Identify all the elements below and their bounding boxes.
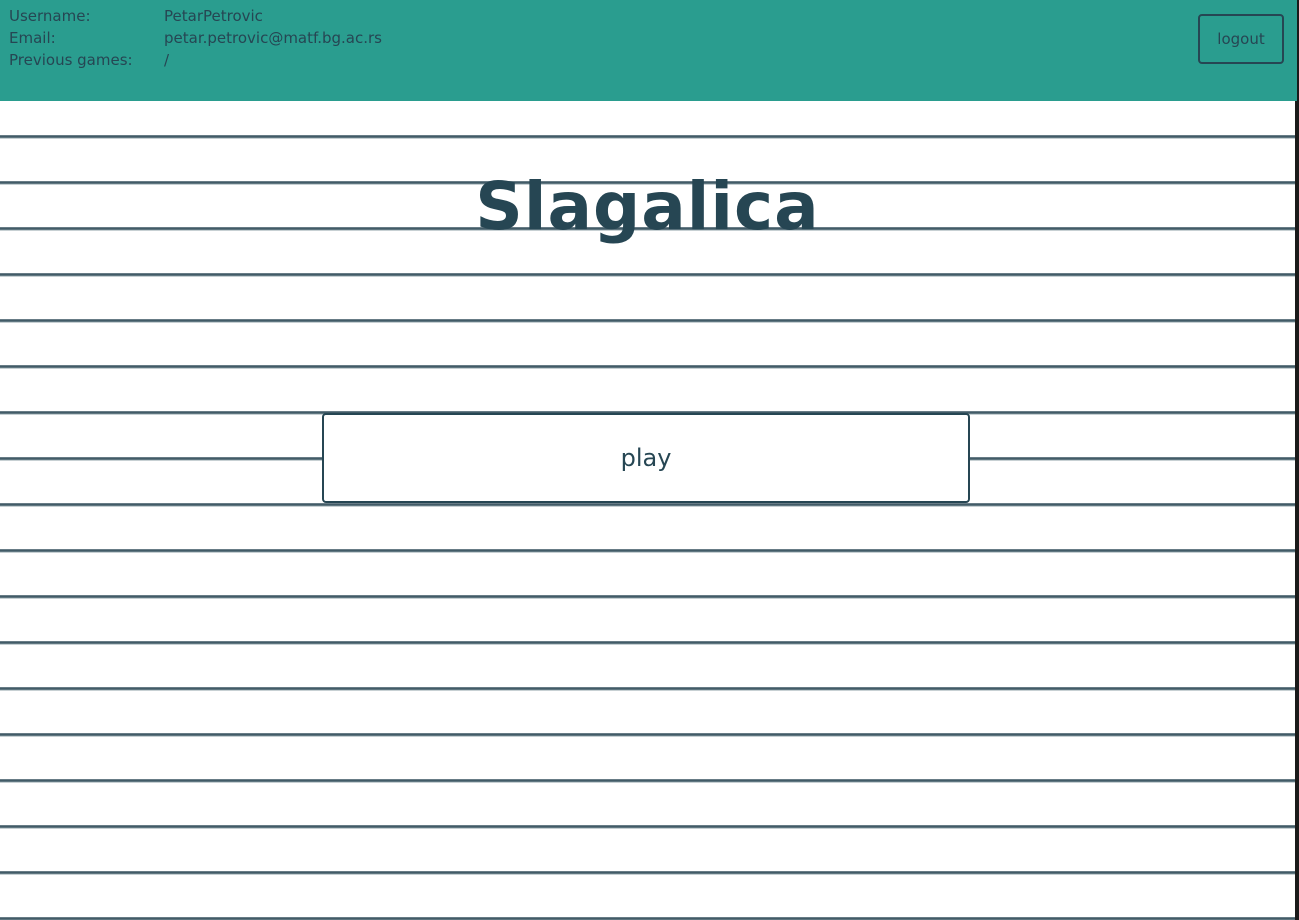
user-info-row-previous-games: Previous games: / bbox=[9, 49, 382, 71]
user-info-table: Username: PetarPetrovic Email: petar.pet… bbox=[9, 5, 382, 71]
previous-games-label: Previous games: bbox=[9, 51, 133, 69]
logout-button[interactable]: logout bbox=[1198, 14, 1284, 64]
window-edge bbox=[1295, 0, 1299, 920]
previous-games-value: / bbox=[164, 51, 170, 69]
email-label: Email: bbox=[9, 29, 56, 47]
page-title: Slagalica bbox=[475, 168, 820, 245]
user-info-row-email: Email: petar.petrovic@matf.bg.ac.rs bbox=[9, 27, 382, 49]
email-value: petar.petrovic@matf.bg.ac.rs bbox=[164, 29, 382, 47]
header-bar: Username: PetarPetrovic Email: petar.pet… bbox=[0, 0, 1297, 101]
user-info-row-username: Username: PetarPetrovic bbox=[9, 5, 382, 27]
username-label: Username: bbox=[9, 7, 91, 25]
username-value: PetarPetrovic bbox=[164, 7, 263, 25]
play-button[interactable]: play bbox=[322, 413, 970, 503]
page: Username: PetarPetrovic Email: petar.pet… bbox=[0, 0, 1299, 920]
